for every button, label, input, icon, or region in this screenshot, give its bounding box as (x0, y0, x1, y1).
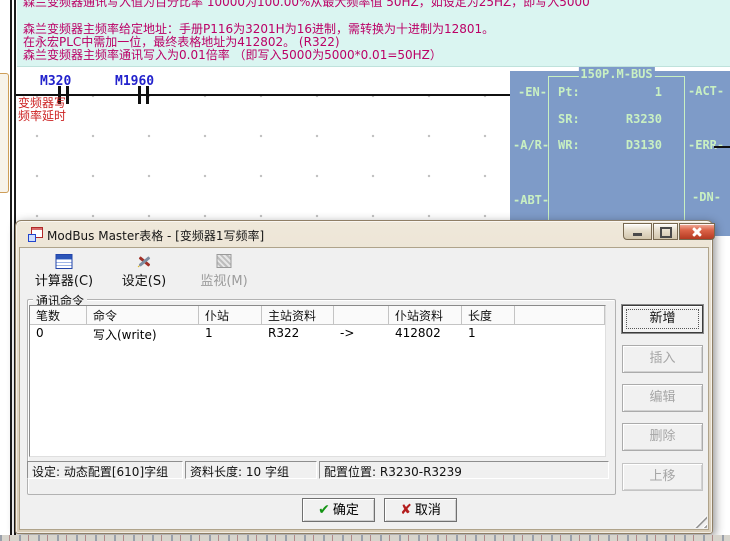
pin-ar: A/R (513, 138, 549, 152)
move-up-button: 上移 (622, 463, 703, 491)
status-length: 资料长度: 10 字组 (185, 461, 317, 479)
maximize-button[interactable] (653, 223, 678, 240)
function-block-selection[interactable]: 150P.M-BUS EN A/R ABT ACT ERR DN Pt: 1 S… (510, 71, 730, 236)
status-position: 配置位置: R3230-R3239 (319, 461, 609, 479)
add-button[interactable]: 新增 (622, 305, 703, 333)
dialog-titlebar[interactable]: ModBus Master表格 - [变频器1写频率] (16, 221, 712, 247)
maximize-icon (660, 227, 672, 238)
toolbar-calculator-button[interactable]: 计算器(C) (26, 252, 102, 289)
col-header-slave-data: 仆站资料 (389, 306, 462, 324)
cell-master-data: R322 (262, 325, 334, 342)
command-table[interactable]: 笔数 命令 仆站 主站资料 仆站资料 长度 0 写入(write) 1 R322… (29, 305, 606, 457)
ladder-left-rail (10, 0, 12, 541)
ladder-rung-wire (16, 94, 517, 96)
param-name: WR: (558, 138, 580, 152)
background-window-edge (0, 73, 9, 193)
contact-label: M320 (40, 74, 71, 89)
toolbar-settings-button[interactable]: 设定(S) (106, 252, 182, 289)
dialog-title: ModBus Master表格 - [变频器1写频率] (47, 227, 264, 244)
modbus-master-dialog: ModBus Master表格 - [变频器1写频率] 计算器(C) 设定(S)… (15, 220, 713, 534)
param-value: R3230 (596, 112, 662, 126)
resize-grip[interactable] (694, 515, 707, 528)
function-block-title: 150P.M-BUS (578, 67, 654, 81)
ok-button[interactable]: ✔确定 (302, 498, 375, 522)
cell-slave: 1 (199, 325, 262, 342)
insert-button: 插入 (622, 345, 703, 373)
err-output-wire (714, 146, 730, 148)
table-row[interactable]: 0 写入(write) 1 R322 -> 412802 1 (30, 325, 605, 342)
ok-label: 确定 (333, 503, 359, 518)
close-button[interactable] (679, 223, 715, 240)
toolbar-settings-label: 设定(S) (106, 270, 182, 289)
settings-icon (136, 254, 152, 268)
col-header-arrow (334, 306, 389, 324)
minimize-icon (633, 233, 642, 236)
contact-comment: 变频器写 频率延时 (18, 97, 66, 123)
comment-line: 森兰变频器通讯写入值为百分比率 10000为100.00%从最大频率值 50HZ… (23, 0, 590, 10)
pin-act: ACT (688, 84, 724, 98)
col-header-master-data: 主站资料 (262, 306, 334, 324)
status-config: 设定: 动态配置[610]字组 (27, 461, 183, 479)
cell-slave-data: 412802 (389, 325, 462, 342)
toolbar-monitor-button: 监视(M) (186, 252, 262, 289)
cancel-x-icon: ✘ (400, 502, 412, 518)
col-header-filler (515, 306, 605, 324)
toolbar-monitor-label: 监视(M) (186, 270, 262, 289)
table-header-row: 笔数 命令 仆站 主站资料 仆站资料 长度 (30, 306, 605, 325)
col-header-length: 长度 (462, 306, 515, 324)
monitor-icon (217, 254, 232, 268)
background-toolbar-strip (0, 535, 730, 541)
ladder-grid-dots (16, 66, 510, 222)
cell-length: 1 (462, 325, 515, 342)
modbus-table-icon (28, 227, 42, 241)
close-icon (680, 224, 714, 239)
edit-button: 编辑 (622, 384, 703, 412)
mbus-function-block[interactable]: 150P.M-BUS (548, 76, 685, 237)
pin-err: ERR (688, 138, 724, 152)
dialog-client-area: 计算器(C) 设定(S) 监视(M) 通讯命令 笔数 命令 仆站 主站资料 (19, 247, 709, 530)
param-value: 1 (596, 85, 662, 99)
param-name: SR: (558, 112, 580, 126)
cancel-label: 取消 (415, 503, 441, 518)
comment-line: 森兰变频器主频率通讯写入为0.01倍率 （即写入5000为5000*0.01=5… (23, 46, 442, 63)
cell-command: 写入(write) (87, 325, 199, 342)
minimize-button[interactable] (623, 223, 652, 240)
pin-en: EN (518, 85, 547, 99)
cancel-button[interactable]: ✘取消 (384, 498, 457, 522)
col-header-slave: 仆站 (199, 306, 262, 324)
cell-index: 0 (30, 325, 87, 342)
param-name: Pt: (558, 85, 580, 99)
toolbar-calculator-label: 计算器(C) (26, 270, 102, 289)
pin-dn: DN (692, 190, 721, 204)
contact-label: M1960 (115, 74, 154, 89)
col-header-index: 笔数 (30, 306, 87, 324)
ok-check-icon: ✔ (318, 502, 330, 518)
calculator-icon (56, 254, 73, 269)
cell-arrow: -> (334, 325, 389, 342)
ladder-comment-block[interactable]: 森兰变频器通讯写入值为百分比率 10000为100.00%从最大频率值 50HZ… (17, 0, 730, 67)
col-header-command: 命令 (87, 306, 199, 324)
plc-editor-screen: 森兰变频器通讯写入值为百分比率 10000为100.00%从最大频率值 50HZ… (0, 0, 730, 541)
param-value: D3130 (596, 138, 662, 152)
delete-button: 删除 (622, 423, 703, 451)
pin-abt: ABT (513, 193, 549, 207)
